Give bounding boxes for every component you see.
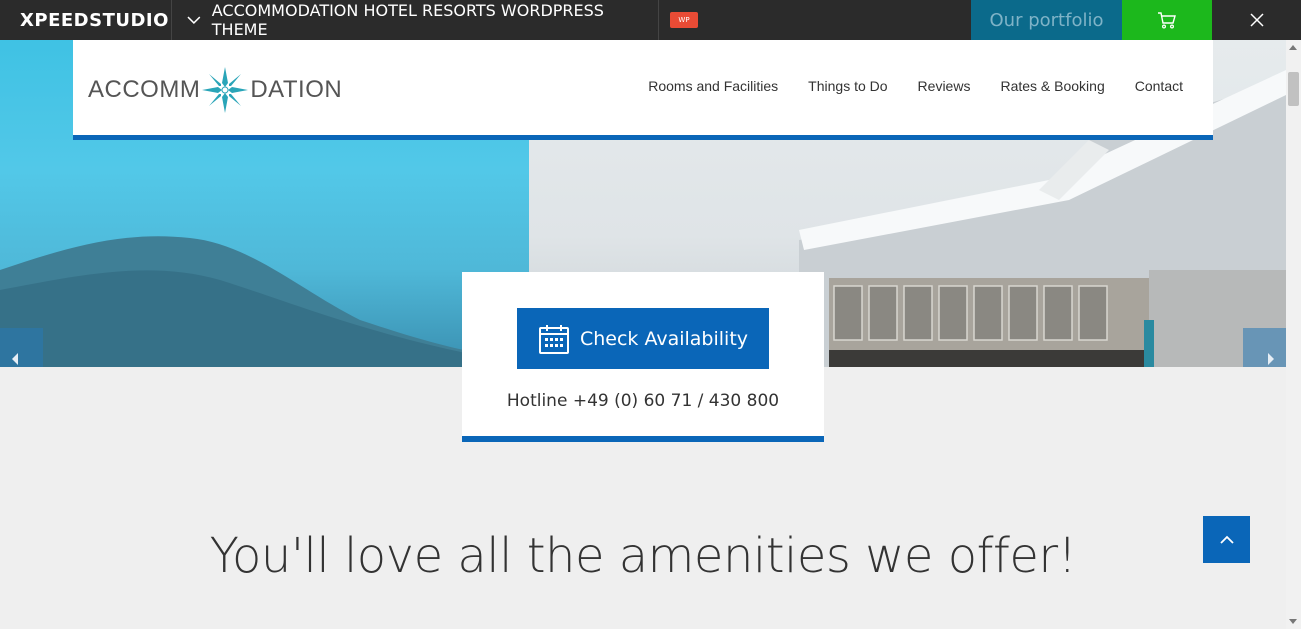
booking-box: Check Availability Hotline +49 (0) 60 71… <box>462 272 824 442</box>
nav-item-rooms[interactable]: Rooms and Facilities <box>648 78 778 94</box>
scroll-thumb[interactable] <box>1288 72 1299 106</box>
slider-prev-button[interactable] <box>0 328 43 367</box>
nav-item-things-to-do[interactable]: Things to Do <box>808 78 887 94</box>
nav-item-rates-booking[interactable]: Rates & Booking <box>1000 78 1104 94</box>
check-availability-button[interactable]: Check Availability <box>517 308 769 369</box>
mountain-image <box>0 236 529 367</box>
nav-item-reviews[interactable]: Reviews <box>918 78 971 94</box>
slider-next-button[interactable] <box>1243 328 1286 367</box>
cart-button[interactable] <box>1122 0 1212 40</box>
portfolio-button[interactable]: Our portfolio <box>971 0 1122 40</box>
scroll-down-arrow-icon[interactable] <box>1289 619 1297 624</box>
amenities-heading: You'll love all the amenities we offer! <box>209 528 1077 584</box>
demo-topbar: XPEEDSTUDIO ACCOMMODATION HOTEL RESORTS … <box>0 0 1301 40</box>
check-availability-label: Check Availability <box>579 327 749 350</box>
cart-icon <box>1158 12 1176 29</box>
logo-text-right: DATION <box>250 76 343 103</box>
chevron-left-icon <box>12 353 18 365</box>
brand-logo[interactable]: XPEEDSTUDIO <box>0 0 172 40</box>
chevron-up-icon <box>1219 535 1234 544</box>
theme-title: ACCOMMODATION HOTEL RESORTS WORDPRESS TH… <box>211 1 604 39</box>
close-icon <box>1249 13 1264 27</box>
scroll-up-arrow-icon[interactable] <box>1289 45 1297 50</box>
site-header: ACCOMM DATION Rooms and Facilities Thing… <box>73 40 1213 140</box>
calendar-icon <box>538 324 569 354</box>
page-scrollbar[interactable] <box>1286 40 1301 629</box>
hotline-text: Hotline +49 (0) 60 71 / 430 800 <box>506 391 780 411</box>
main-nav: Rooms and Facilities Things to Do Review… <box>648 78 1183 94</box>
chevron-right-icon <box>1268 353 1274 365</box>
back-to-top-button[interactable] <box>1203 516 1250 563</box>
site-logo[interactable]: ACCOMM DATION <box>88 58 342 122</box>
wordpress-badge: WP <box>670 12 698 28</box>
theme-selector[interactable]: ACCOMMODATION HOTEL RESORTS WORDPRESS TH… <box>172 0 659 40</box>
close-button[interactable] <box>1212 0 1301 40</box>
chevron-down-icon <box>187 16 201 25</box>
logo-text-left: ACCOMM <box>88 76 201 103</box>
nav-item-contact[interactable]: Contact <box>1135 78 1183 94</box>
snowflake-logo-icon <box>202 67 249 113</box>
